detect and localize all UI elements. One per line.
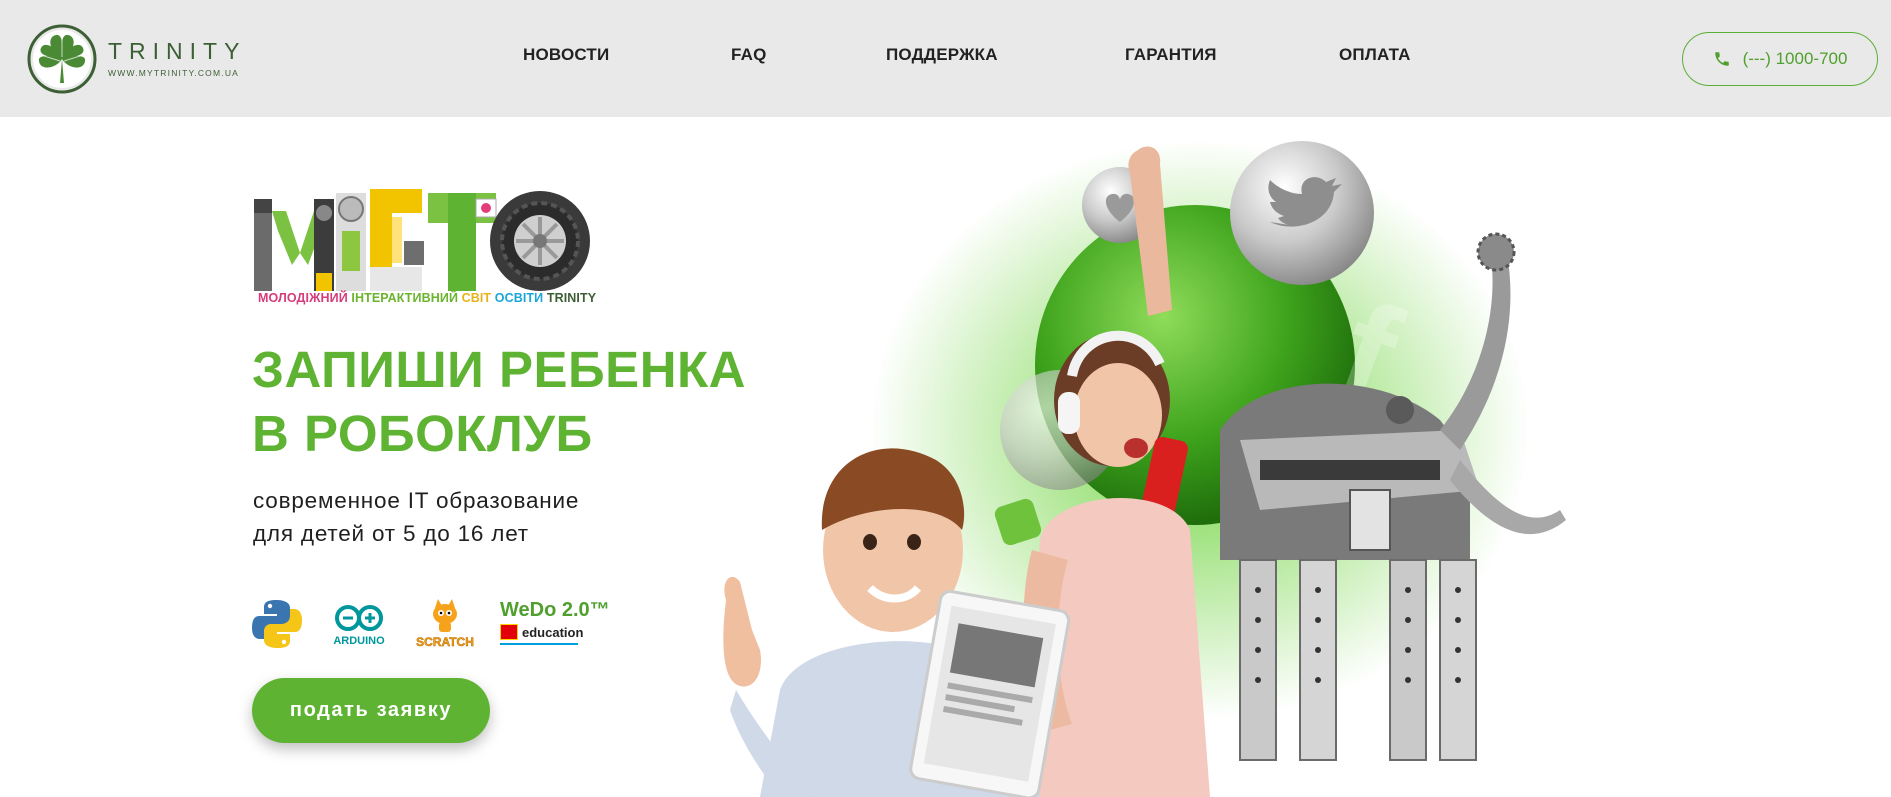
phone-number: (---) 1000-700: [1742, 49, 1848, 68]
misto-sub-word: ОСВІТИ: [494, 291, 544, 305]
arduino-icon: [335, 605, 383, 631]
wedo-sublabel: education: [522, 624, 584, 640]
nav-item-support[interactable]: ПОДДЕРЖКА: [886, 45, 998, 65]
misto-sub-word: TRINITY: [546, 291, 597, 305]
nav-item-news[interactable]: НОВОСТИ: [523, 45, 609, 65]
hero-subtitle-line: для детей от 5 до 16 лет: [253, 521, 529, 546]
misto-letter-m: [254, 199, 334, 291]
misto-sub-word: МОЛОДІЖНИЙ: [258, 291, 348, 305]
site-header: TRINITY WWW.MYTRINITY.COM.UA НОВОСТИ FAQ…: [0, 0, 1891, 117]
misto-letter-o: [490, 191, 590, 291]
nav-item-faq[interactable]: FAQ: [731, 45, 767, 65]
misto-letter-c: [370, 189, 424, 291]
scratch-icon: SCRATCH: [416, 599, 474, 649]
main-nav: НОВОСТИ FAQ ПОДДЕРЖКА ГАРАНТИЯ ОПЛАТА: [0, 45, 1891, 71]
misto-sub-word: ІНТЕРАКТИВНИЙ: [351, 291, 459, 305]
python-icon: [252, 600, 302, 648]
misto-letter-t: [428, 193, 497, 291]
misto-subtitle: МОЛОДІЖНИЙ ІНТЕРАКТИВНИЙ СВІТ ОСВІТИ TRI…: [258, 291, 638, 305]
tech-logo-python: [252, 598, 302, 650]
wedo-underline: [500, 643, 578, 645]
hero-subtitle-line: современное IT образование: [253, 488, 580, 513]
tech-logo-wedo: WeDo 2.0™ education: [500, 598, 610, 650]
nav-item-warranty[interactable]: ГАРАНТИЯ: [1125, 45, 1217, 65]
tech-logo-arduino: ARDUINO: [328, 598, 390, 650]
tech-logo-scratch: SCRATCH: [412, 598, 478, 650]
hero-image: f: [723, 140, 1566, 797]
apply-button[interactable]: подать заявку: [252, 678, 490, 743]
misto-logo: [254, 189, 590, 291]
hero-subtitle: современное IT образование для детей от …: [253, 484, 713, 550]
misto-sub-word: СВІТ: [461, 291, 492, 305]
lego-icon: [500, 624, 518, 640]
wedo-label: WeDo 2.0™: [500, 599, 610, 621]
phone-button[interactable]: (---) 1000-700: [1682, 32, 1878, 86]
misto-letter-i: [336, 193, 366, 291]
phone-icon: [1714, 52, 1729, 66]
arduino-label: ARDUINO: [333, 635, 385, 647]
nav-item-payment[interactable]: ОПЛАТА: [1339, 45, 1411, 65]
scratch-label: SCRATCH: [416, 635, 474, 649]
